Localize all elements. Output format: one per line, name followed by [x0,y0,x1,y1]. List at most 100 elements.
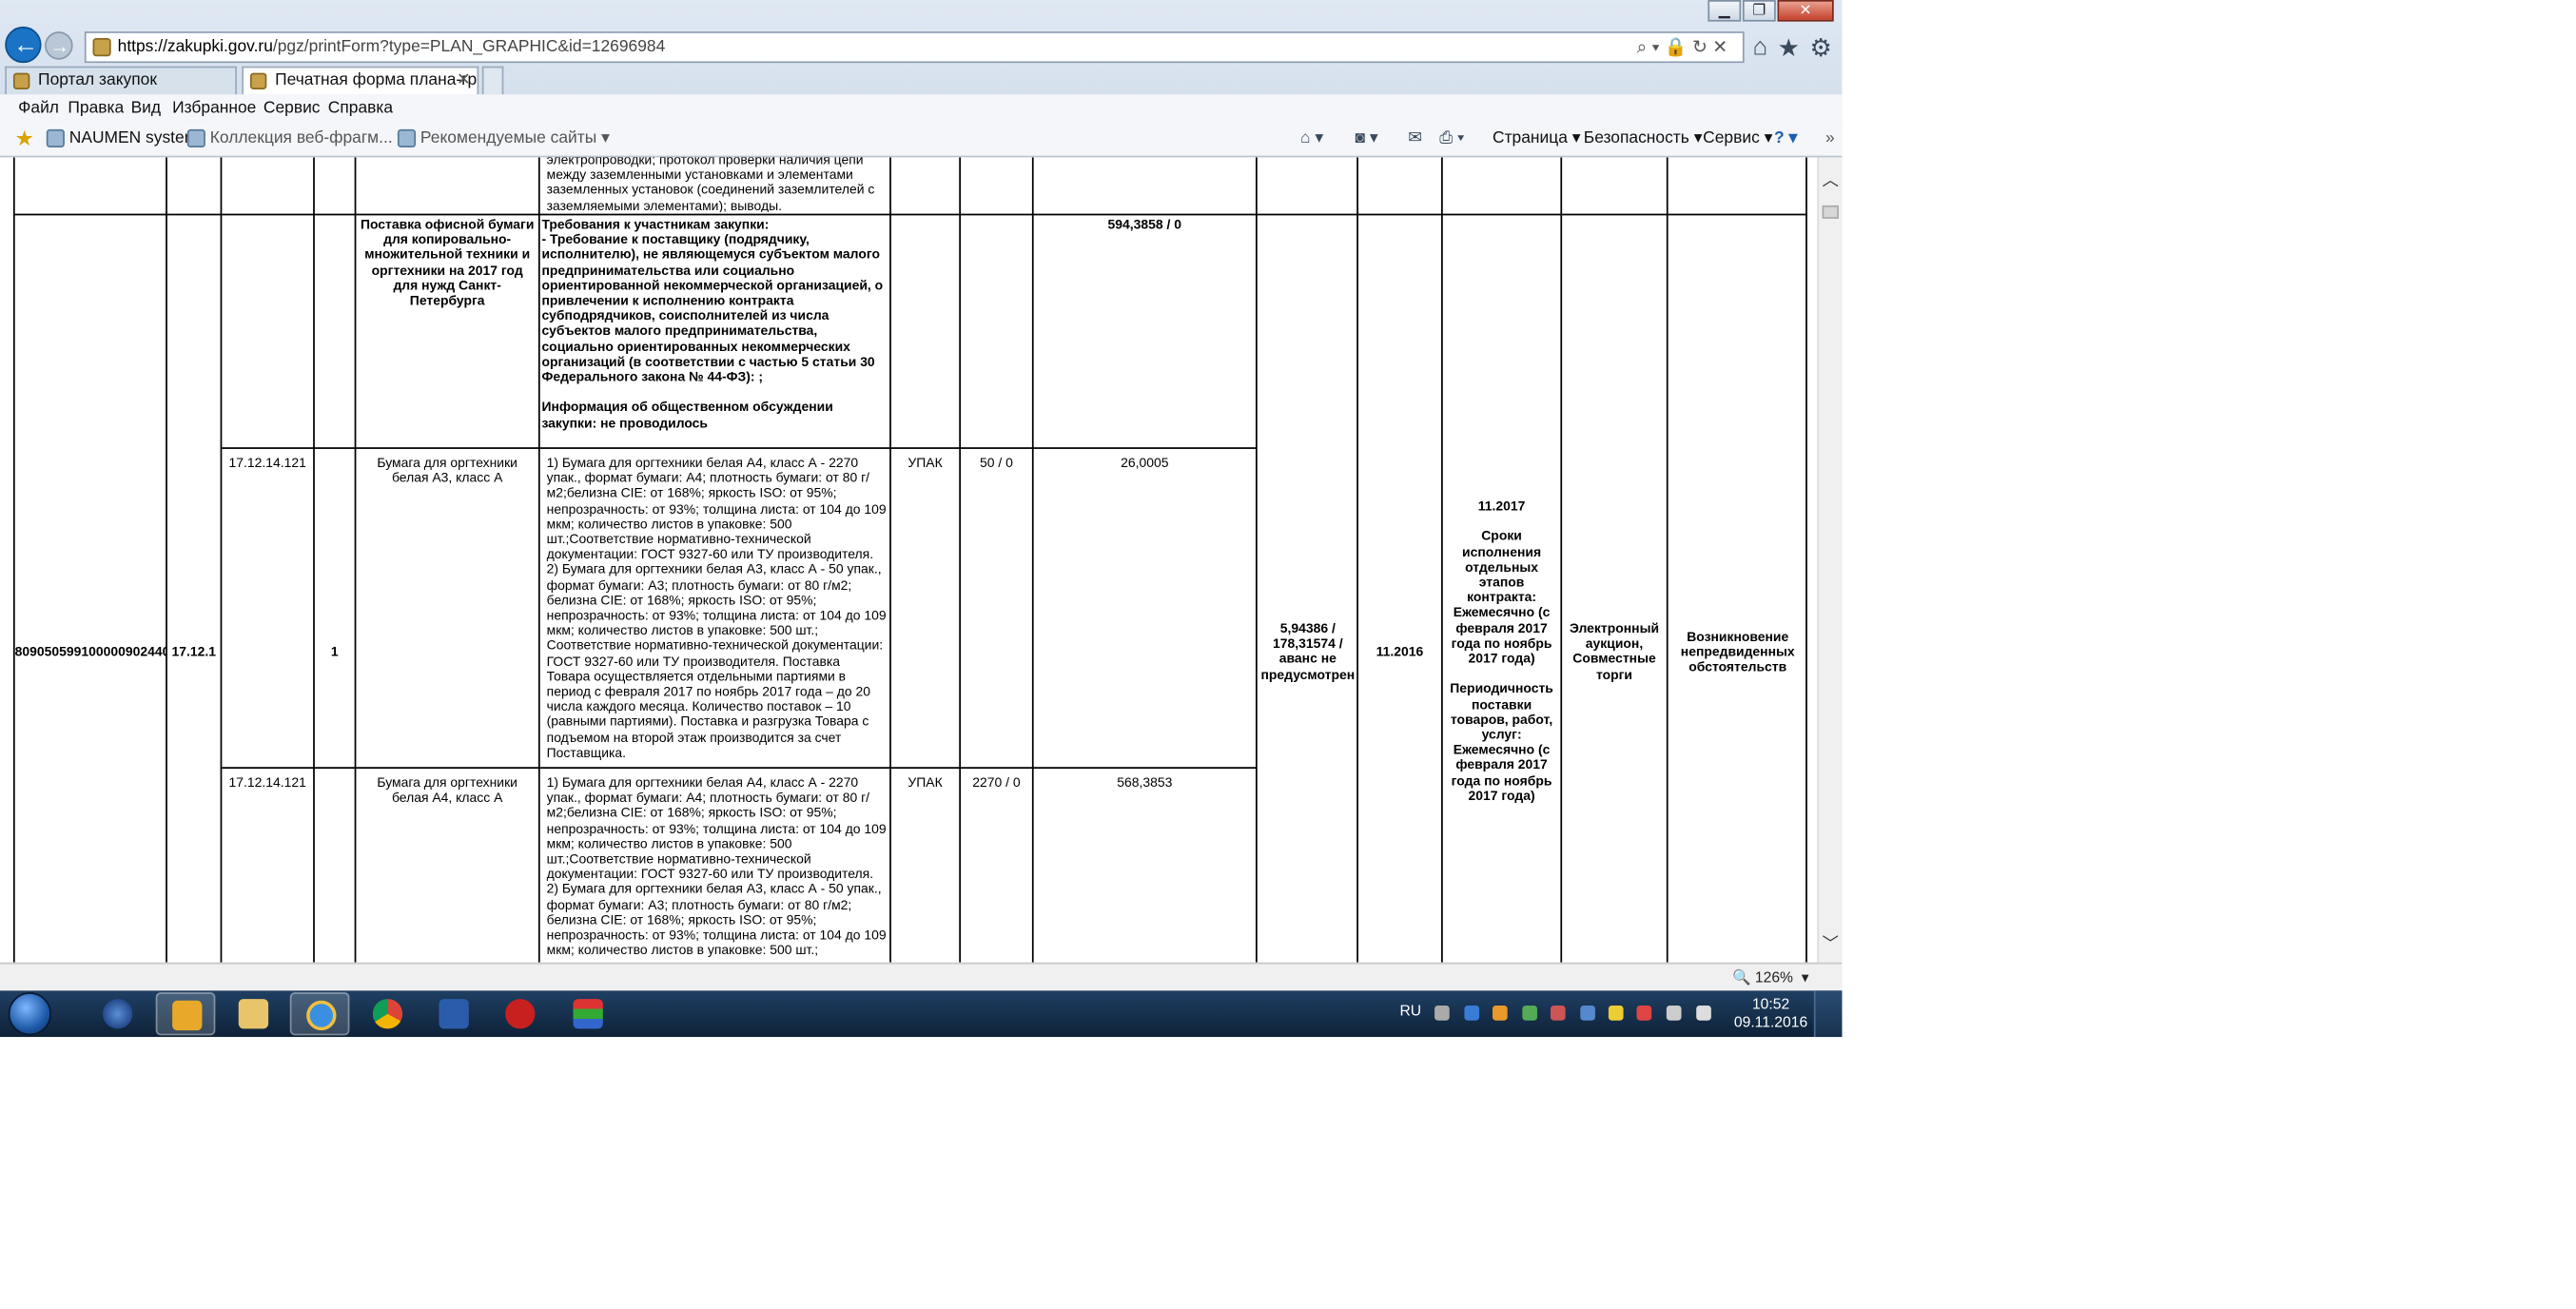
favorites-star-icon[interactable]: ★ [1778,33,1800,64]
menu-edit[interactable]: Правка [68,94,124,123]
fav-naumen[interactable]: NAUMEN system [46,125,199,154]
rss-icon[interactable]: ◙ ▾ [1355,125,1377,154]
tab-favicon-icon [12,72,30,90]
tab-portal[interactable]: Портал закупок [5,66,238,95]
col-divider [166,157,167,963]
cmd-tools[interactable]: Сервис ▾ [1703,125,1772,154]
item-unit: УПАК [907,455,943,471]
menu-help[interactable]: Справка [328,94,393,123]
word-icon [439,999,469,1029]
menu-tools[interactable]: Сервис [263,94,321,123]
scroll-up-icon[interactable]: ︿ [1823,166,1839,190]
url-host: https://zakupki.gov.ru [117,38,273,57]
url-path: /pgz/printForm?type=PLAN_GRAPHIC&id=1269… [272,38,666,57]
lock-icon[interactable]: 🔒 [1665,38,1692,58]
favorites-star-icon[interactable]: ★ [15,125,34,154]
taskbar-app-media[interactable] [88,992,147,1035]
item-description: 1) Бумага для оргтехники белая А4, класс… [546,455,887,761]
col-divider [313,157,315,963]
zoom-icon: 🔍 [1731,968,1751,987]
taskbar-app-ie[interactable] [289,992,350,1036]
taskbar-app-explorer[interactable] [224,992,283,1035]
maximize-button[interactable]: ❐ [1742,0,1776,22]
total-amount: 594,3858 / 0 [1107,217,1182,232]
menu-file[interactable]: Файл [18,94,59,123]
scroll-down-icon[interactable]: ﹀ [1823,929,1839,954]
tray-icon[interactable] [1608,1006,1624,1021]
address-bar-icons: ⌕▾🔒↻✕ [1637,36,1733,59]
taskbar-app-chrome[interactable] [358,992,418,1035]
page-content: электропроводки; протокол проверки налич… [0,157,1818,963]
dropdown-icon[interactable]: ▾ [1652,38,1665,58]
taskbar: RU 10:52 09.11.2016 [0,990,1843,1038]
window-controls: ▁ ❐ ✕ [1708,0,1834,23]
taskbar-app-misc[interactable] [558,992,618,1035]
execution-schedule: 11.2017 Сроки исполнения отдельных этапо… [1450,498,1553,804]
clock[interactable]: 10:52 09.11.2016 [1729,996,1812,1032]
taskbar-app-red[interactable] [490,992,550,1035]
chevron-right-icon[interactable]: » [1825,125,1835,154]
bluetooth-icon[interactable] [1464,1006,1480,1021]
close-window-button[interactable]: ✕ [1777,0,1834,22]
previous-row-text: электропроводки; протокол проверки налич… [546,157,875,212]
site-favicon-icon [92,38,111,57]
tray-icon[interactable] [1580,1006,1595,1021]
show-desktop-button[interactable] [1813,990,1843,1038]
fav-label: NAUMEN system [68,128,199,147]
zoom-control[interactable]: 🔍 126% ▾ [1732,964,1809,990]
home-cmd-icon[interactable]: ⌂ ▾ [1300,125,1323,154]
tray-icon[interactable] [1636,1006,1652,1021]
forward-button[interactable]: → [45,31,73,60]
tray-icon[interactable] [1550,1006,1566,1021]
col-divider [1441,157,1443,963]
scroll-thumb[interactable] [1822,205,1839,219]
new-tab-button[interactable] [481,66,504,95]
cmd-security[interactable]: Безопасность ▾ [1584,125,1703,154]
menu-view[interactable]: Вид [131,94,162,123]
print-icon[interactable]: ⎙ ▾ [1439,125,1464,154]
fav-label: Рекомендуемые сайты [420,128,597,147]
fav-web-slices[interactable]: Коллекция веб-фрагм... ▾ [186,125,405,154]
col-divider [220,157,223,963]
cmd-label: Безопасность [1583,128,1689,147]
gear-icon[interactable]: ⚙ [1810,33,1832,64]
tab-close-icon[interactable]: ✕ [457,68,471,92]
taskbar-app-outlook[interactable] [155,992,216,1036]
language-indicator[interactable]: RU [1399,1003,1421,1019]
mail-icon[interactable]: ✉ [1408,125,1422,154]
network-icon[interactable] [1666,1006,1682,1021]
address-bar[interactable]: https://zakupki.gov.ru/pgz/printForm?typ… [84,31,1745,64]
vertical-scrollbar[interactable]: ︿ ﹀ [1817,157,1843,963]
stop-icon[interactable]: ✕ [1712,38,1732,58]
cmd-page[interactable]: Страница ▾ [1493,125,1581,154]
browser-window: ▁ ❐ ✕ ← → https://zakupki.gov.ru/pgz/pri… [0,0,1843,1038]
col-divider [1031,157,1034,963]
tab-label: Портал закупок [38,70,157,90]
tab-print-form[interactable]: Печатная форма плана-гр... ✕ [242,66,479,95]
volume-icon[interactable] [1696,1006,1711,1021]
back-button[interactable]: ← [5,26,42,64]
ikz-code: 809050599100000902440 [14,644,167,660]
search-icon[interactable]: ⌕ [1637,38,1652,58]
tray-icon[interactable] [1522,1006,1538,1021]
app-icon [505,999,536,1029]
okpd-code: 17.12.1 [171,644,216,660]
minimize-button[interactable]: ▁ [1708,0,1742,22]
col-divider [354,157,357,963]
start-button[interactable] [8,992,51,1036]
item-unit: УПАК [907,774,943,791]
row-divider [220,447,1256,449]
url-text[interactable]: https://zakupki.gov.ru/pgz/printForm?typ… [118,38,666,56]
fav-suggested[interactable]: Рекомендуемые сайты ▾ [397,125,610,154]
col-divider [1356,157,1358,963]
tray-icon[interactable] [1434,1006,1450,1021]
tray-icon[interactable] [1493,1006,1508,1021]
menu-favorites[interactable]: Избранное [172,94,256,123]
home-icon[interactable]: ⌂ [1752,33,1767,63]
item-name: Бумага для оргтехники белая А4, класс А [377,774,517,806]
procurement-method: Электронный аукцион, Совместные торги [1569,621,1660,682]
refresh-icon[interactable]: ↻ [1692,38,1712,58]
help-icon[interactable]: ? ▾ [1774,125,1797,154]
outlook-icon [172,1000,203,1031]
taskbar-app-word[interactable] [424,992,484,1035]
